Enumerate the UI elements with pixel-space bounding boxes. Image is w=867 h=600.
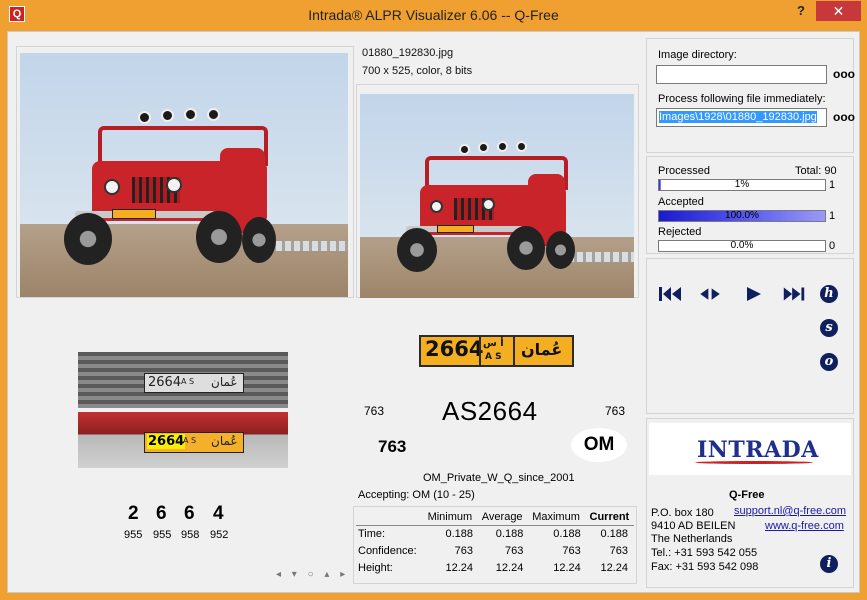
process-file-value: Images\1928\01880_192830.jpg (659, 111, 817, 123)
char-4: 4 (213, 503, 224, 524)
left-score: 763 (364, 404, 385, 418)
app-window: Q Intrada® ALPR Visualizer 6.06 -- Q-Fre… (0, 0, 867, 600)
image-dir-label: Image directory: (658, 49, 737, 61)
fax-number: Fax: +31 593 542 098 (651, 561, 759, 573)
title-bar: Q Intrada® ALPR Visualizer 6.06 -- Q-Fre… (0, 0, 867, 30)
plate-latin-letters: A S (485, 352, 502, 362)
stats-header-blank (356, 509, 423, 526)
rejected-label: Rejected (658, 226, 702, 238)
rejected-progress-bar: 0.0% (658, 240, 826, 252)
accepted-count: 1 (829, 210, 836, 222)
char-1-conf: 955 (124, 529, 143, 541)
stats-header-min: Minimum (422, 509, 478, 526)
logo-swoosh (695, 461, 813, 464)
histogram-icon[interactable]: h (820, 285, 838, 303)
support-email-link[interactable]: support.nl@q-free.com (734, 505, 846, 517)
controls-panel: h s o (646, 258, 854, 414)
right-score: 763 (605, 404, 626, 418)
gray-plate-number: 2664 (148, 375, 182, 390)
char-3-conf: 958 (181, 529, 200, 541)
plate-arabic-letters: أ س (483, 338, 504, 349)
original-image[interactable] (20, 53, 348, 297)
info-icon[interactable]: i (820, 555, 838, 573)
intrada-logo: INTRADA (649, 423, 851, 475)
processed-label: Processed (658, 165, 710, 177)
gray-plate-arabic: عُمان (211, 375, 238, 389)
char-4-conf: 952 (210, 529, 229, 541)
processed-count: 1 (829, 179, 836, 191)
close-button[interactable]: ✕ (816, 1, 861, 21)
orange-plate-number: 2664 (147, 434, 186, 449)
accepted-percent: 100.0% (725, 210, 759, 221)
options-o-icon[interactable]: o (820, 353, 838, 371)
table-row: Confidence: 763 763 763 763 (358, 545, 628, 557)
stats-table: Minimum Average Maximum Current Time: 0.… (356, 509, 634, 577)
image-dir-browse-button[interactable]: ooo (833, 67, 855, 81)
country-code: OM (571, 428, 627, 462)
settings-panel: Image directory: ooo Process following f… (646, 38, 855, 153)
processed-percent: 1% (734, 179, 750, 190)
process-file-input[interactable]: Images\1928\01880_192830.jpg (656, 108, 827, 127)
logo-text: INTRADA (697, 437, 819, 463)
image-details: 700 x 525, color, 8 bits (362, 65, 473, 77)
char-2: 6 (156, 503, 167, 524)
processed-progress-bar: 1% (658, 179, 826, 191)
original-image-frame (16, 46, 354, 298)
image-dir-input[interactable] (656, 65, 827, 84)
recognized-plate: 2664 أ س A S عُمان (419, 335, 574, 367)
step-back-forward-button[interactable] (697, 284, 723, 304)
accepting-info: Accepting: OM (10 - 25) (358, 489, 475, 501)
orange-plate-letters: A S (183, 436, 197, 445)
accepted-progress-bar: 100.0% (658, 210, 826, 222)
plate-crop-gray: 2664 A S عُمان (78, 352, 288, 408)
char-3: 6 (184, 503, 195, 524)
accepted-label: Accepted (658, 196, 704, 208)
processed-image-frame (356, 84, 639, 298)
website-link[interactable]: www.q-free.com (765, 520, 844, 532)
plate-result: AS2664 (442, 396, 538, 426)
address-line-2: 9410 AD BEILEN (651, 520, 736, 532)
plate-number: 2664 (425, 337, 484, 361)
settings-s-icon[interactable]: s (820, 319, 838, 337)
plate-country-arabic: عُمان (521, 340, 563, 359)
address-line-3: The Netherlands (651, 533, 733, 545)
image-filename: 01880_192830.jpg (362, 47, 454, 59)
phone-number: Tel.: +31 593 542 055 (651, 547, 758, 559)
process-file-label: Process following file immediately: (658, 93, 826, 105)
stats-header-current: Current (584, 509, 634, 526)
orange-plate-arabic: عُمان (211, 434, 238, 448)
syntax-name: OM_Private_W_Q_since_2001 (423, 472, 575, 484)
process-file-browse-button[interactable]: ooo (833, 110, 855, 124)
stats-frame: Minimum Average Maximum Current Time: 0.… (353, 506, 637, 584)
client-area: 01880_192830.jpg 700 x 525, color, 8 bit… (7, 31, 860, 593)
company-panel: INTRADA Q-Free P.O. box 180 9410 AD BEIL… (646, 418, 854, 588)
plate-crop-color: 2664 A S عُمان (78, 412, 288, 468)
char-2-conf: 955 (153, 529, 172, 541)
first-image-button[interactable] (657, 284, 683, 304)
processed-image[interactable] (360, 94, 634, 298)
company-name: Q-Free (729, 489, 765, 501)
address-line-1: P.O. box 180 (651, 507, 714, 519)
table-row: Time: 0.188 0.188 0.188 0.188 (358, 528, 628, 541)
last-image-button[interactable] (781, 284, 807, 304)
progress-panel: Processed Total: 90 1% 1 Accepted 100.0%… (646, 156, 854, 254)
rejected-percent: 0.0% (730, 240, 754, 251)
rejected-count: 0 (829, 240, 836, 252)
char-1: 2 (128, 503, 139, 524)
char-navigation[interactable]: ◂ ▾ ○ ▴ ▸ (276, 569, 349, 580)
gray-plate-letters: A S (181, 377, 195, 386)
confidence-value: 763 (378, 437, 407, 456)
total-label: Total: 90 (795, 165, 837, 177)
table-row: Height: 12.24 12.24 12.24 12.24 (358, 562, 628, 574)
play-button[interactable] (741, 284, 767, 304)
help-button[interactable]: ? (790, 2, 812, 22)
stats-header-avg: Average (477, 509, 528, 526)
stats-header-max: Maximum (527, 509, 585, 526)
window-title: Intrada® ALPR Visualizer 6.06 -- Q-Free (308, 7, 559, 23)
